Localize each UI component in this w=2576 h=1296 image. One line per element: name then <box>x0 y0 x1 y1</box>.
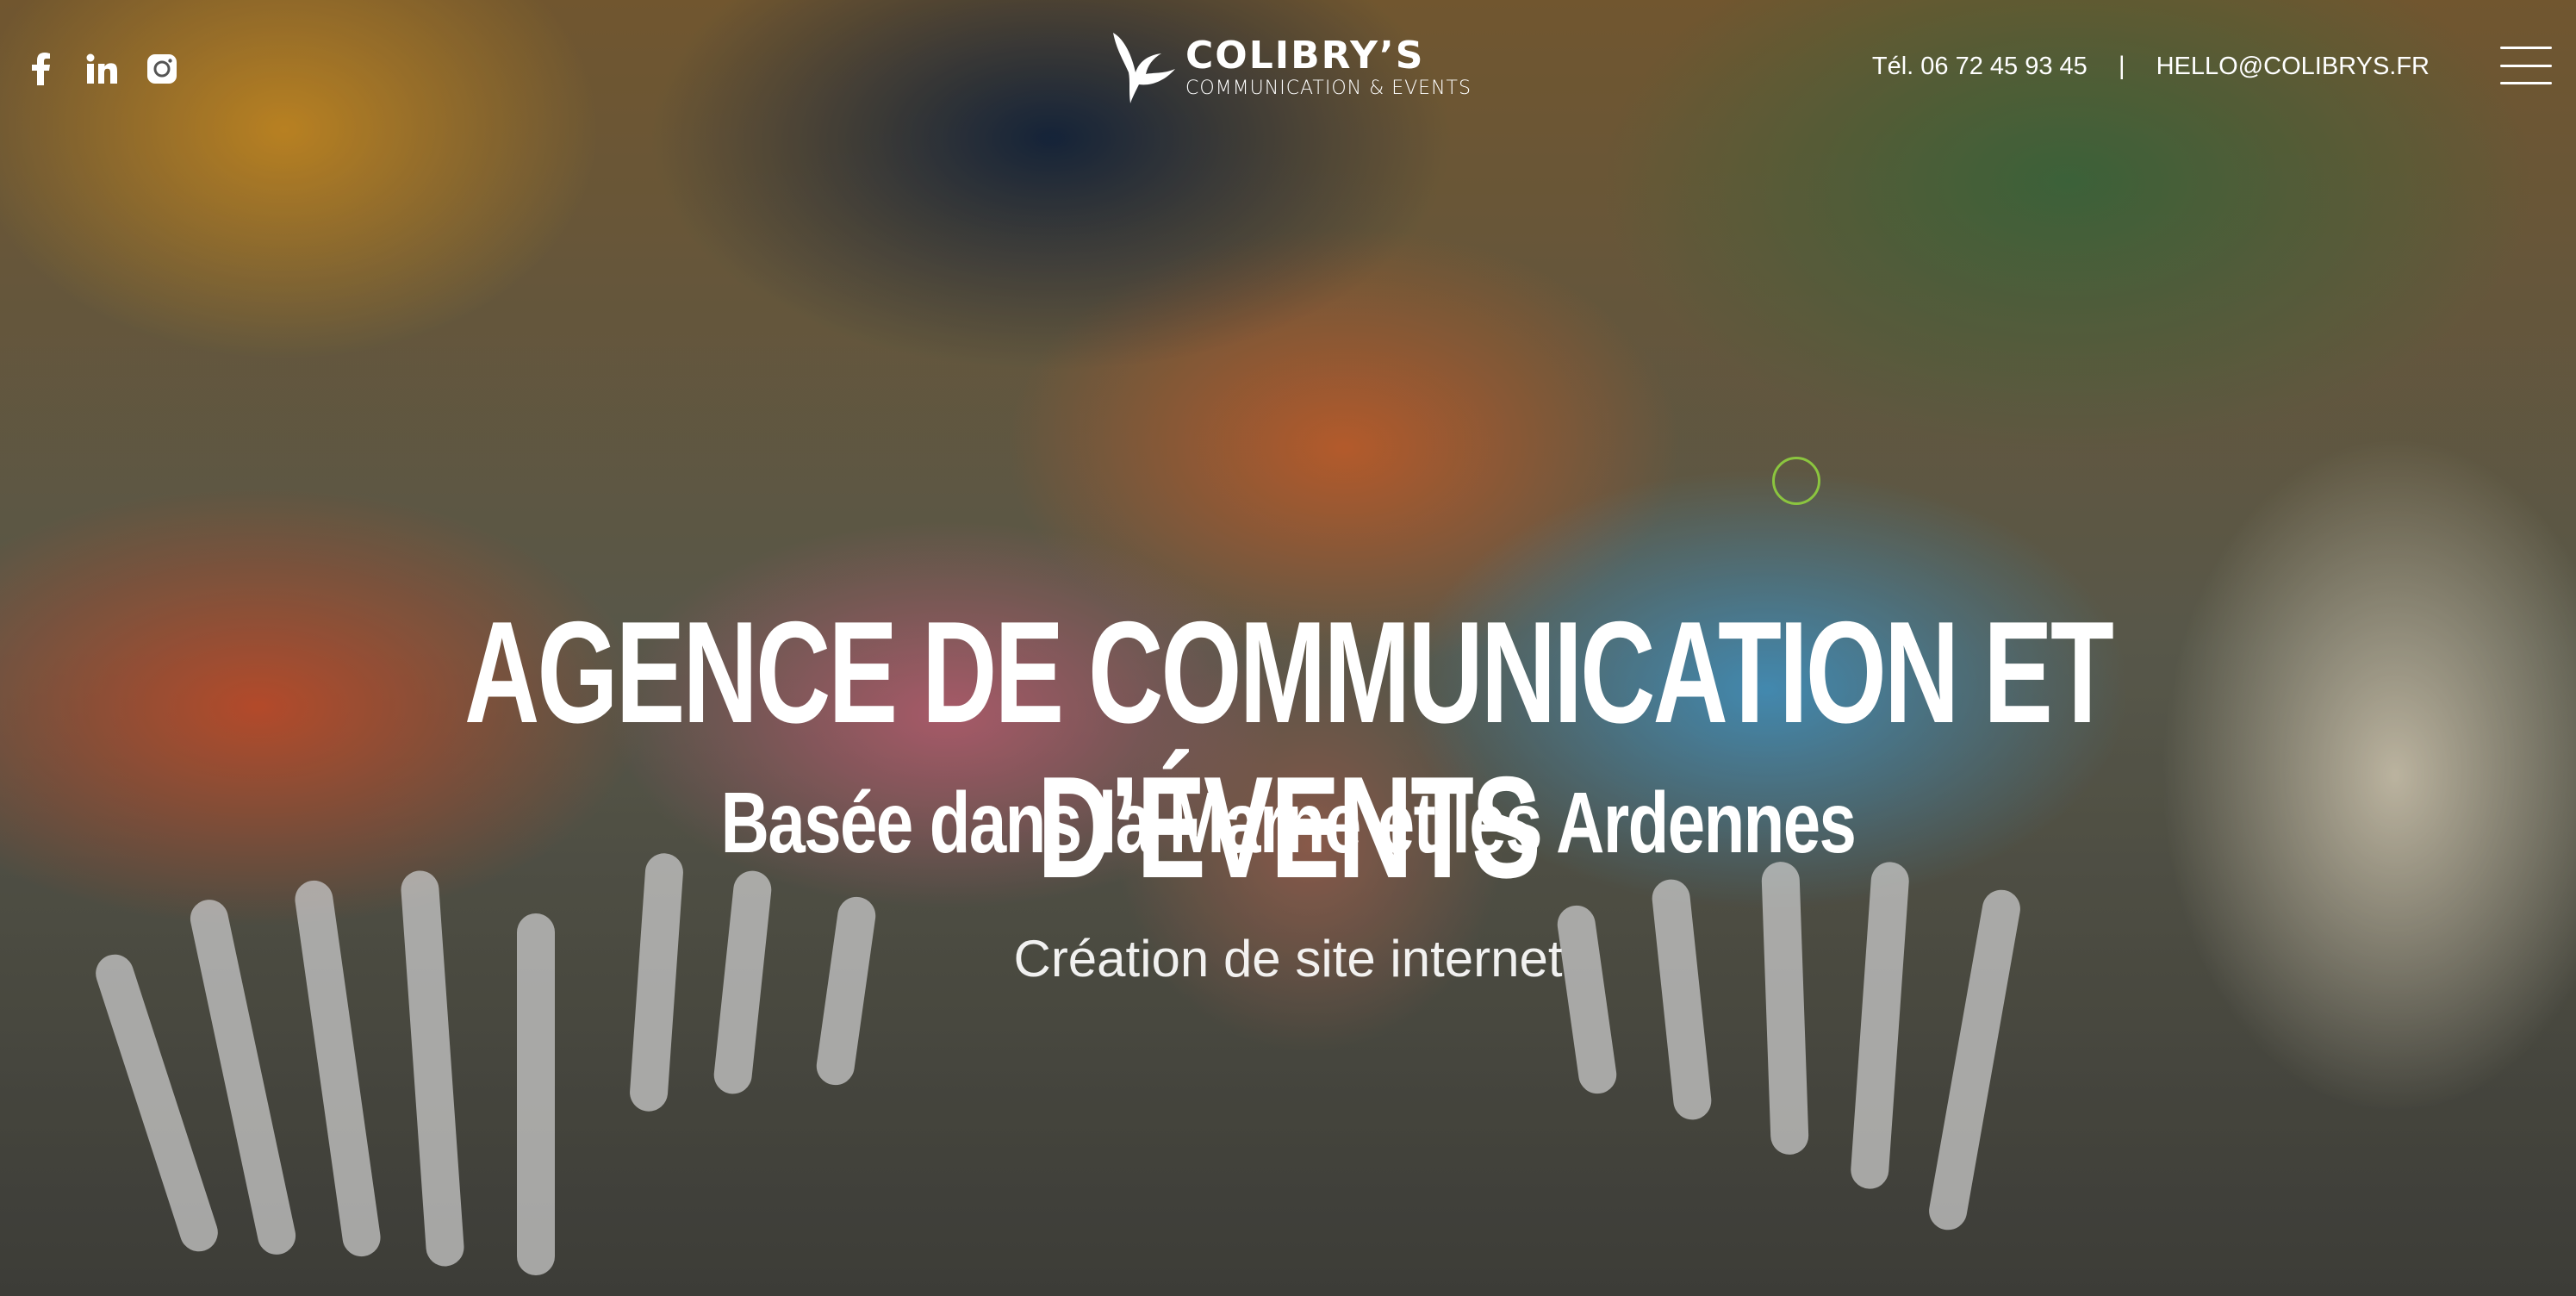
cursor-indicator <box>1772 457 1820 505</box>
site-logo[interactable]: COLIBRY’S COMMUNICATION & EVENTS <box>1110 31 1472 103</box>
logo-name: COLIBRY’S <box>1185 34 1425 78</box>
linkedin-icon[interactable] <box>84 52 119 86</box>
site-header: COLIBRY’S COMMUNICATION & EVENTS Tél. 06… <box>0 0 2576 138</box>
hero-tagline: Création de site internet <box>1013 930 1563 988</box>
contact-separator: | <box>2118 52 2125 80</box>
social-links <box>24 52 179 86</box>
hamburger-menu-icon[interactable] <box>2500 47 2552 84</box>
contact-info: Tél. 06 72 45 93 45 | HELLO@COLIBRYS.FR <box>1872 52 2430 81</box>
facebook-icon[interactable] <box>24 52 59 86</box>
phone-link[interactable]: Tél. 06 72 45 93 45 <box>1872 53 2088 81</box>
logo-subtitle: COMMUNICATION & EVENTS <box>1185 78 1472 99</box>
email-link[interactable]: HELLO@COLIBRYS.FR <box>2156 53 2430 81</box>
instagram-icon[interactable] <box>145 52 179 86</box>
hummingbird-icon <box>1113 33 1175 103</box>
hero-subtitle: Basée dans la Marne et les Ardennes <box>720 775 1857 871</box>
